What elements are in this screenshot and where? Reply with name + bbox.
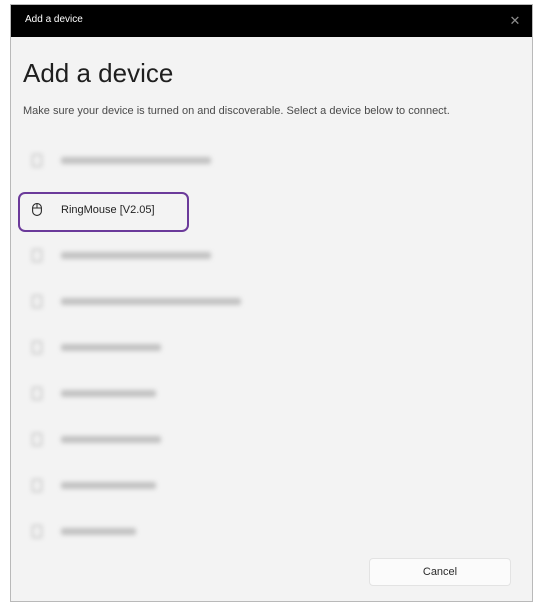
device-label — [61, 250, 211, 262]
device-item[interactable] — [13, 371, 528, 417]
device-label — [61, 296, 241, 308]
close-icon: ✕ — [509, 13, 521, 28]
device-item[interactable] — [13, 509, 528, 555]
device-label — [61, 526, 136, 538]
device-item[interactable] — [13, 325, 528, 371]
bluetooth-device-icon — [32, 154, 42, 167]
bluetooth-device-icon — [32, 479, 42, 492]
device-label — [61, 342, 161, 354]
device-label — [61, 388, 156, 400]
window-title: Add a device — [25, 14, 83, 25]
bluetooth-device-icon — [32, 525, 42, 538]
device-item[interactable] — [13, 233, 528, 279]
instructions-text: Make sure your device is turned on and d… — [23, 105, 450, 117]
page-title: Add a device — [23, 58, 174, 88]
bluetooth-device-icon — [32, 433, 42, 446]
add-device-dialog: Add a device ✕ Add a device Make sure yo… — [10, 4, 533, 602]
bluetooth-device-icon — [32, 295, 42, 308]
bluetooth-device-icon — [32, 341, 42, 354]
device-item[interactable] — [13, 463, 528, 509]
close-button[interactable]: ✕ — [498, 5, 532, 37]
device-label — [61, 480, 156, 492]
device-item[interactable] — [13, 417, 528, 463]
cancel-button[interactable]: Cancel — [369, 558, 511, 586]
bluetooth-device-icon — [32, 387, 42, 400]
device-item-ringmouse[interactable]: RingMouse [V2.05] — [13, 187, 528, 233]
bluetooth-device-icon — [32, 249, 42, 262]
device-label: RingMouse [V2.05] — [61, 204, 155, 216]
title-bar[interactable]: Add a device ✕ — [11, 5, 532, 37]
device-list: RingMouse [V2.05] — [13, 135, 528, 555]
device-label — [61, 434, 161, 446]
mouse-icon — [32, 203, 42, 216]
device-label — [61, 155, 211, 167]
device-item[interactable] — [13, 135, 528, 187]
device-item[interactable] — [13, 279, 528, 325]
